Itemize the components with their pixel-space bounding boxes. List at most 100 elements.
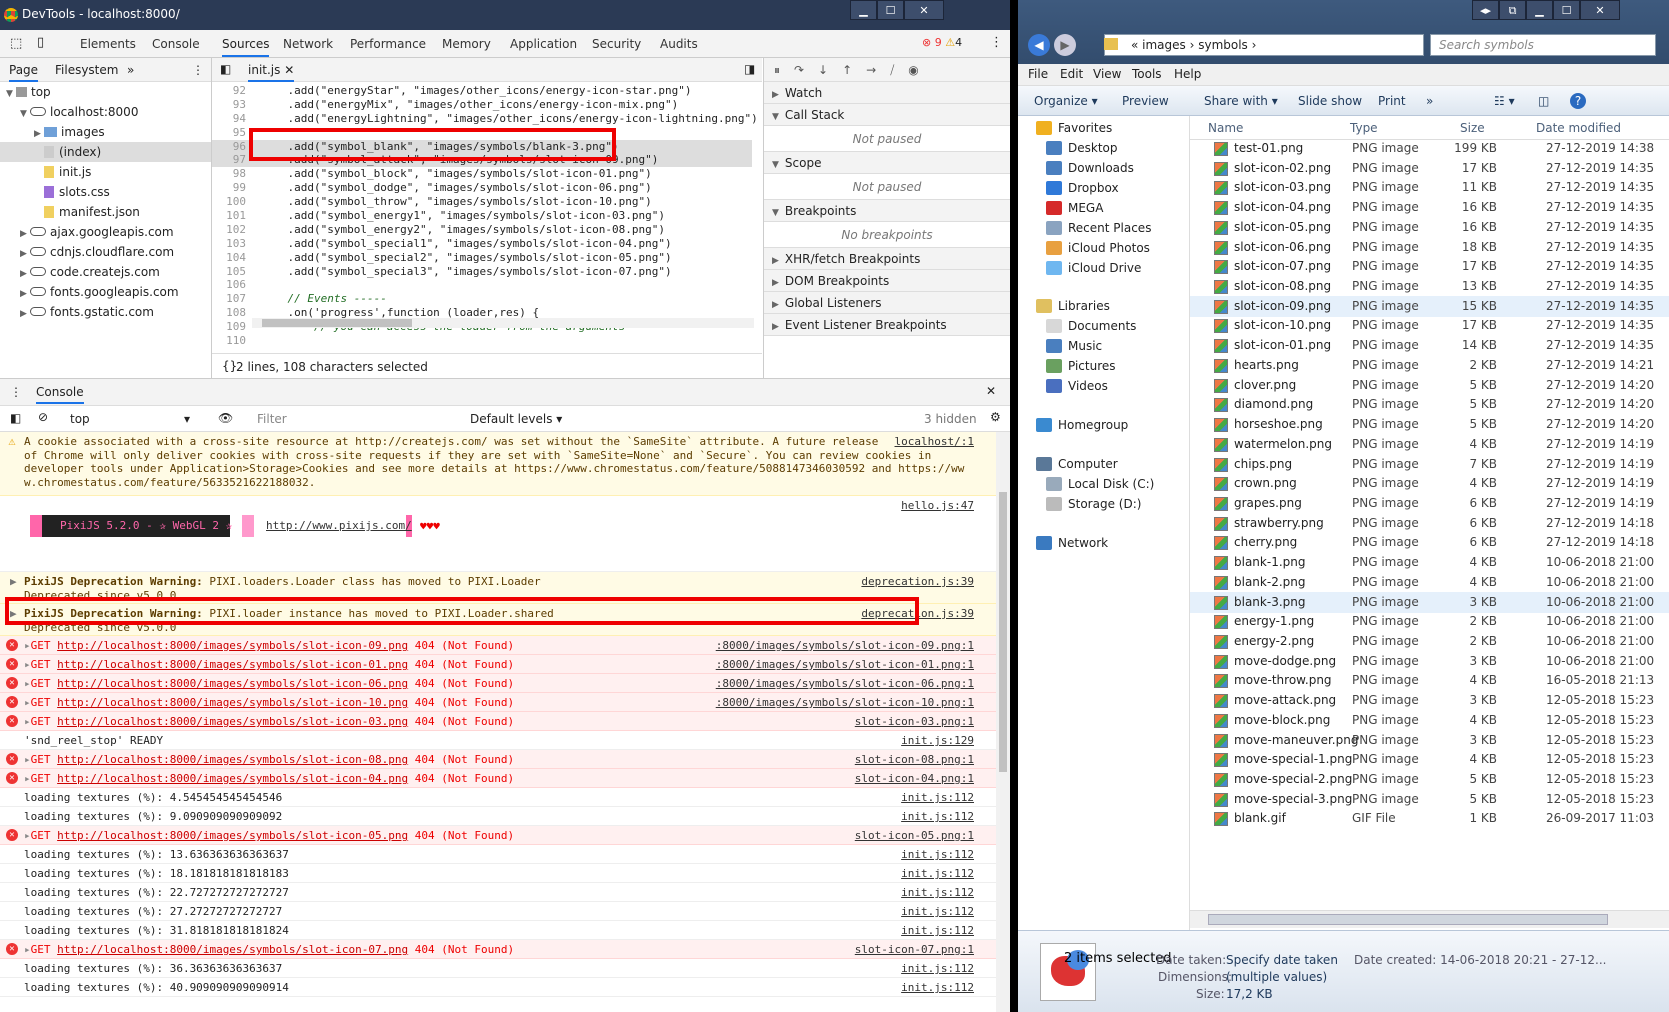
request-url[interactable]: http://localhost:8000/images/symbols/slo… (57, 753, 408, 766)
debug-section[interactable]: ▶ Event Listener Breakpoints (764, 314, 1010, 336)
file-row[interactable]: strawberry.png PNG image 6 KB 27-12-2019 14… (1190, 513, 1669, 534)
tree-item[interactable]: ▶ images (0, 122, 211, 142)
request-url[interactable]: http://localhost:8000/images/symbols/slo… (57, 829, 408, 842)
request-url[interactable]: http://localhost:8000/images/symbols/slo… (57, 772, 408, 785)
file-row[interactable]: hearts.png PNG image 2 KB 27-12-2019 14:21 (1190, 355, 1669, 376)
live-expression-icon[interactable]: 👁 (218, 411, 233, 425)
console-filter-input[interactable]: Filter (250, 409, 460, 429)
editor-tab-initjs[interactable]: init.js ✕ (248, 63, 295, 82)
source-link[interactable]: init.js:129 (901, 734, 974, 748)
toggle-debugger-icon[interactable]: ◨ (744, 62, 755, 76)
file-row[interactable]: blank.gif GIF File 1 KB 26-09-2017 11:03 (1190, 808, 1669, 829)
tab-filesystem[interactable]: Filesystem (55, 63, 118, 77)
source-link[interactable]: init.js:112 (901, 886, 974, 900)
pixi-url[interactable]: http://www.pixijs.com/ (242, 515, 412, 537)
source-link[interactable]: init.js:112 (901, 981, 974, 995)
search-input[interactable]: Search symbols (1430, 34, 1656, 56)
file-row[interactable]: move-dodge.png PNG image 3 KB 10-06-2018 21… (1190, 651, 1669, 672)
file-row[interactable]: cherry.png PNG image 6 KB 27-12-2019 14:18 (1190, 532, 1669, 553)
file-row[interactable]: slot-icon-07.png PNG image 17 KB 27-12-2019… (1190, 256, 1669, 277)
request-url[interactable]: http://localhost:8000/images/symbols/slo… (57, 943, 408, 956)
file-row[interactable]: watermelon.png PNG image 4 KB 27-12-2019 14… (1190, 434, 1669, 455)
file-row[interactable]: move-block.png PNG image 4 KB 12-05-2018 15… (1190, 710, 1669, 731)
nav-item[interactable]: Local Disk (C:) (1046, 477, 1154, 491)
file-row[interactable]: slot-icon-05.png PNG image 16 KB 27-12-2019… (1190, 217, 1669, 238)
tab-memory[interactable]: Memory (442, 37, 491, 51)
toggle-navigator-icon[interactable]: ◧ (220, 62, 231, 76)
device-toggle-icon[interactable]: ▯ (37, 35, 44, 50)
file-row[interactable]: move-special-2.png PNG image 5 KB 12-05-201… (1190, 769, 1669, 790)
column-size[interactable]: Size (1460, 121, 1485, 135)
tab-performance[interactable]: Performance (350, 37, 426, 51)
debug-section[interactable]: ▼ Breakpoints (764, 200, 1010, 222)
debug-section[interactable]: ▼ Call Stack (764, 104, 1010, 126)
source-link[interactable]: :8000/images/symbols/slot-icon-06.png:1 (716, 677, 974, 691)
source-link[interactable]: deprecation.js:39 (861, 575, 974, 589)
console-scrollbar[interactable] (996, 432, 1010, 1012)
view-options-icon[interactable]: ☷ ▾ (1494, 94, 1515, 108)
tree-item[interactable]: ▶ fonts.googleapis.com (0, 282, 211, 302)
source-link[interactable]: init.js:112 (901, 791, 974, 805)
file-row[interactable]: slot-icon-08.png PNG image 13 KB 27-12-2019… (1190, 276, 1669, 297)
nav-item[interactable]: Homegroup (1036, 418, 1128, 432)
file-row[interactable]: clover.png PNG image 5 KB 27-12-2019 14:20 (1190, 375, 1669, 396)
more-tabs-icon[interactable]: » (127, 63, 134, 77)
debug-section[interactable]: ▶ DOM Breakpoints (764, 270, 1010, 292)
inspect-icon[interactable]: ⬚ (10, 36, 22, 51)
file-row[interactable]: test-01.png PNG image 199 KB 27-12-2019 14:… (1190, 138, 1669, 159)
nav-item[interactable]: Recent Places (1046, 221, 1151, 235)
source-link[interactable]: init.js:112 (901, 810, 974, 824)
debugger-controls-icon[interactable]: ⏸↷↓↑→⧸◉ (774, 63, 933, 77)
refresh-icon[interactable]: ⟳ (1396, 37, 1406, 51)
tree-item[interactable]: ▶ cdnjs.cloudflare.com (0, 242, 211, 262)
file-row[interactable]: grapes.png PNG image 6 KB 27-12-2019 14:19 (1190, 493, 1669, 514)
clear-console-icon[interactable]: ⊘ (38, 410, 48, 424)
tab-page[interactable]: Page (9, 63, 39, 82)
nav-item[interactable]: Downloads (1046, 161, 1134, 175)
console-tab[interactable]: Console (36, 385, 84, 404)
source-link[interactable]: slot-icon-08.png:1 (855, 753, 974, 767)
file-row[interactable]: slot-icon-02.png PNG image 17 KB 27-12-2019… (1190, 158, 1669, 179)
back-icon[interactable]: ◀ (1028, 34, 1050, 56)
nav-item[interactable]: Favorites (1036, 121, 1112, 135)
file-row[interactable]: move-special-1.png PNG image 4 KB 12-05-201… (1190, 749, 1669, 770)
debug-section[interactable]: ▶ XHR/fetch Breakpoints (764, 248, 1010, 270)
source-link[interactable]: init.js:112 (901, 924, 974, 938)
source-link[interactable]: init.js:112 (901, 848, 974, 862)
source-link[interactable]: init.js:112 (901, 867, 974, 881)
nav-item[interactable]: Music (1046, 339, 1102, 353)
tree-item[interactable]: ▶ fonts.gstatic.com (0, 302, 211, 322)
date-taken-value[interactable]: Specify date taken (1226, 953, 1338, 967)
nav-item[interactable]: Documents (1046, 319, 1136, 333)
close-button[interactable]: ✕ (904, 0, 944, 20)
nav-item[interactable]: MEGA (1046, 201, 1103, 215)
tree-item[interactable]: ▼ localhost:8000 (0, 102, 211, 122)
file-row[interactable]: slot-icon-01.png PNG image 14 KB 27-12-2019… (1190, 335, 1669, 356)
file-row[interactable]: blank-1.png PNG image 4 KB 10-06-2018 21:00 (1190, 552, 1669, 573)
navigator-menu-icon[interactable]: ⋮ (192, 63, 204, 77)
source-link[interactable]: :8000/images/symbols/slot-icon-10.png:1 (716, 696, 974, 710)
file-row[interactable]: crown.png PNG image 4 KB 27-12-2019 14:19 (1190, 473, 1669, 494)
request-url[interactable]: http://localhost:8000/images/symbols/slo… (57, 639, 408, 652)
more-menu-icon[interactable]: ⋮ (990, 35, 1003, 50)
toolbar-button[interactable]: Print (1378, 94, 1406, 108)
tab-elements[interactable]: Elements (80, 37, 136, 51)
file-row[interactable]: slot-icon-04.png PNG image 16 KB 27-12-2019… (1190, 197, 1669, 218)
close-drawer-icon[interactable]: ✕ (986, 384, 996, 398)
source-link[interactable]: slot-icon-07.png:1 (855, 943, 974, 957)
menu-view[interactable]: View (1093, 67, 1121, 81)
source-link[interactable]: slot-icon-05.png:1 (855, 829, 974, 843)
format-icon[interactable]: {} (222, 359, 237, 373)
column-date-modified[interactable]: Date modified (1536, 121, 1621, 135)
close-button[interactable]: ✕ (1580, 0, 1620, 20)
tab-audits[interactable]: Audits (660, 37, 698, 51)
file-row[interactable]: blank-2.png PNG image 4 KB 10-06-2018 21:00 (1190, 572, 1669, 593)
nav-item[interactable]: Videos (1046, 379, 1108, 393)
file-row[interactable]: move-maneuver.png PNG image 3 KB 12-05-2018… (1190, 730, 1669, 751)
column-name[interactable]: Name (1208, 121, 1243, 135)
nav-item[interactable]: Libraries (1036, 299, 1110, 313)
close-tab-icon[interactable]: ✕ (284, 63, 294, 77)
debug-section[interactable]: ▶ Global Listeners (764, 292, 1010, 314)
nav-item[interactable]: Computer (1036, 457, 1118, 471)
tree-item[interactable]: (index) (0, 142, 211, 162)
